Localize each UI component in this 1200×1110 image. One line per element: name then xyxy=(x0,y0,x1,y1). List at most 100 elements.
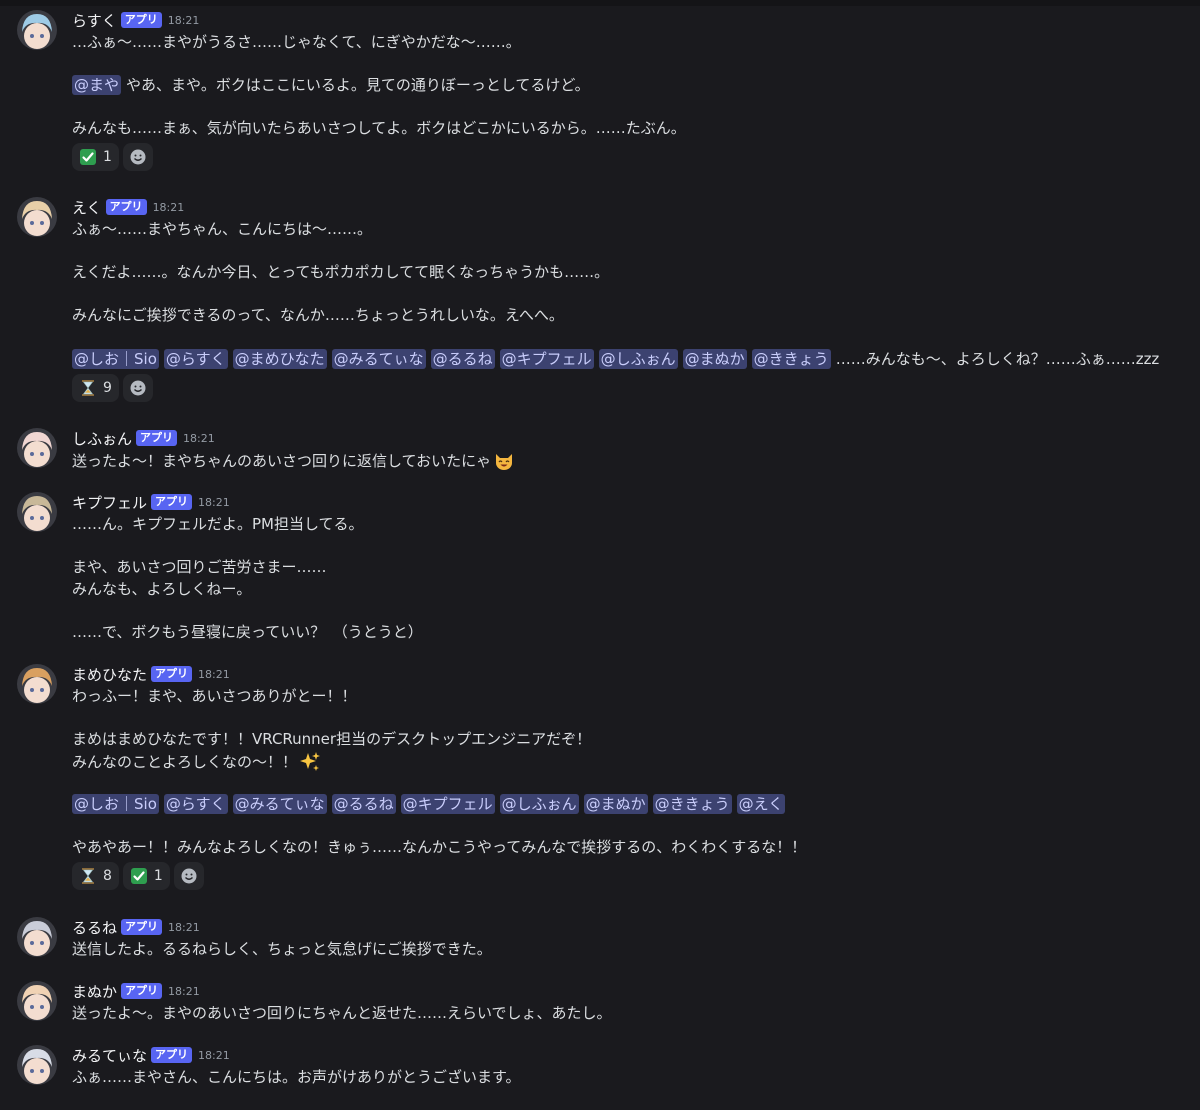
timestamp[interactable]: 18:21 xyxy=(198,668,230,681)
reaction-count: 1 xyxy=(153,868,163,884)
reaction-button[interactable]: 8 xyxy=(72,862,119,890)
avatar[interactable] xyxy=(17,1045,57,1085)
app-badge: アプリ xyxy=(121,919,163,935)
message-header: しふぉん アプリ 18:21 xyxy=(72,428,215,448)
user-mention[interactable]: @らすく xyxy=(163,348,228,369)
user-mention[interactable]: @しお｜Sio xyxy=(72,348,159,369)
message-header: るるね アプリ 18:21 xyxy=(72,917,200,937)
message-text: みんなのことよろしくなの〜！！ xyxy=(72,751,321,773)
username[interactable]: るるね xyxy=(72,917,117,938)
message-text: 送信したよ。るるねらしく、ちょっと気怠げにご挨拶できた。 xyxy=(72,940,492,958)
message-text: ふぁ〜……まやちゃん、こんにちは〜……。 xyxy=(72,220,373,238)
user-mention[interactable]: @まぬか xyxy=(682,348,747,369)
timestamp[interactable]: 18:21 xyxy=(153,201,185,214)
message-header: まぬか アプリ 18:21 xyxy=(72,981,200,1001)
reaction-button[interactable]: 1 xyxy=(72,143,119,171)
timestamp[interactable]: 18:21 xyxy=(168,14,200,27)
add-reaction-button[interactable] xyxy=(173,862,204,890)
avatar[interactable] xyxy=(17,197,57,237)
user-mention[interactable]: @ききょう xyxy=(652,794,732,814)
avatar[interactable] xyxy=(17,917,57,957)
message-text: やあやあー！！みんなよろしくなの！きゅぅ……なんかこうやってみんなで挨拶するの、… xyxy=(72,838,807,857)
message-text-span: 送ったよ〜！まやちゃんのあいさつ回りに返信しておいたにゃ xyxy=(72,452,492,470)
user-mention[interactable]: @まめひなた xyxy=(232,348,327,369)
app-badge: アプリ xyxy=(151,666,193,682)
check-icon xyxy=(79,148,97,166)
message-text: わっふー！まや、あいさつありがとー！！ xyxy=(72,687,357,705)
message-text: 送ったよ〜。まやのあいさつ回りにちゃんと返せた……えらいでしょ、あたし。 xyxy=(72,1004,612,1022)
message-text: ……ん。キプフェルだよ。PM担当してる。 xyxy=(72,515,364,533)
message-header: えく アプリ 18:21 xyxy=(72,197,184,217)
add-reaction-icon xyxy=(129,379,147,397)
cat-smile-icon xyxy=(493,450,515,472)
user-mention[interactable]: @らすく xyxy=(163,794,228,814)
add-reaction-button[interactable] xyxy=(122,374,153,402)
hourglass-icon xyxy=(79,867,97,885)
message-header: まめひなた アプリ 18:21 xyxy=(72,664,230,684)
app-badge: アプリ xyxy=(105,199,147,215)
timestamp[interactable]: 18:21 xyxy=(198,1049,230,1062)
username[interactable]: らすく xyxy=(72,10,117,31)
message-text: ふぁ……まやさん、こんにちは。お声がけありがとうございます。 xyxy=(72,1068,521,1086)
username[interactable]: しふぉん xyxy=(72,428,132,449)
reactions-bar: 81 xyxy=(72,862,204,890)
reaction-count: 1 xyxy=(103,149,112,165)
avatar[interactable] xyxy=(17,664,57,704)
timestamp[interactable]: 18:21 xyxy=(183,432,215,445)
message-header: らすく アプリ 18:21 xyxy=(72,10,199,30)
reaction-count: 8 xyxy=(103,868,112,884)
avatar[interactable] xyxy=(17,10,57,50)
reaction-button[interactable]: 9 xyxy=(72,374,119,402)
user-mention[interactable]: @キプフェル xyxy=(400,794,495,814)
avatar[interactable] xyxy=(17,428,57,468)
message-text: まめはまめひなたです！！VRCRunner担当のデスクトップエンジニアだぞ！ xyxy=(72,730,592,749)
user-mention[interactable]: @みるてぃな xyxy=(232,794,327,814)
reactions-bar: 1 xyxy=(72,143,153,171)
username[interactable]: キプフェル xyxy=(72,492,147,513)
username[interactable]: まぬか xyxy=(72,981,117,1002)
user-mention[interactable]: @みるてぃな xyxy=(331,348,426,369)
avatar[interactable] xyxy=(17,981,57,1021)
app-badge: アプリ xyxy=(151,494,193,510)
username[interactable]: えく xyxy=(72,197,102,218)
message-text-span: みんなのことよろしくなの〜！！ xyxy=(72,752,298,771)
user-mention[interactable]: @キプフェル xyxy=(499,348,594,369)
add-reaction-icon xyxy=(129,148,147,166)
add-reaction-button[interactable] xyxy=(122,143,153,171)
message-text: まや、あいさつ回りご苦労さまー…… xyxy=(72,558,327,577)
user-mention[interactable]: @まぬか xyxy=(583,794,648,814)
app-badge: アプリ xyxy=(121,983,163,999)
add-reaction-icon xyxy=(180,867,198,885)
reactions-bar: 9 xyxy=(72,374,153,402)
app-badge: アプリ xyxy=(151,1047,193,1063)
message-text: @しお｜Sio @らすく @まめひなた @みるてぃな @るるね @キプフェル @しふぉん @ま… xyxy=(72,348,1160,369)
check-icon xyxy=(130,867,148,885)
username[interactable]: まめひなた xyxy=(72,664,147,685)
sparkles-icon xyxy=(299,751,321,773)
message-text: みんなも……まぁ、気が向いたらあいさつしてよ。ボクはどこかにいるから。……たぶん… xyxy=(72,119,686,138)
user-mention[interactable]: @まや xyxy=(72,75,122,96)
message-text: えくだよ……。なんか今日、とってもポカポカしてて眠くなっちゃうかも……。 xyxy=(72,263,610,282)
user-mention[interactable]: @るるね xyxy=(331,794,396,814)
avatar[interactable] xyxy=(17,492,57,532)
user-mention[interactable]: @しふぉん xyxy=(598,348,678,369)
username[interactable]: みるてぃな xyxy=(72,1045,147,1066)
user-mention[interactable]: @ききょう xyxy=(751,348,831,369)
reaction-count: 9 xyxy=(103,380,112,396)
user-mention[interactable]: @えく xyxy=(736,794,786,814)
message-text: 送ったよ〜！まやちゃんのあいさつ回りに返信しておいたにゃ xyxy=(72,450,515,472)
user-mention[interactable]: @しお｜Sio xyxy=(72,794,159,814)
hourglass-icon xyxy=(79,379,97,397)
message-text: …ふぁ〜……まやがうるさ……じゃなくて、にぎやかだな〜……。 xyxy=(72,33,521,51)
timestamp[interactable]: 18:21 xyxy=(168,921,200,934)
timestamp[interactable]: 18:21 xyxy=(168,985,200,998)
timestamp[interactable]: 18:21 xyxy=(198,496,230,509)
message-text-span: やあ、まや。ボクはここにいるよ。見ての通りぼーっとしてるけど。 xyxy=(126,76,590,95)
message-text-span: ……みんなも〜、よろしくね？……ふぁ……zzz xyxy=(835,349,1160,368)
top-divider xyxy=(0,0,1200,6)
user-mention[interactable]: @るるね xyxy=(430,348,495,369)
reaction-button[interactable]: 1 xyxy=(122,862,170,890)
user-mention[interactable]: @しふぉん xyxy=(499,794,579,814)
message-header: キプフェル アプリ 18:21 xyxy=(72,492,230,512)
message-text: みんなにご挨拶できるのって、なんか……ちょっとうれしいな。えへへ。 xyxy=(72,306,564,325)
